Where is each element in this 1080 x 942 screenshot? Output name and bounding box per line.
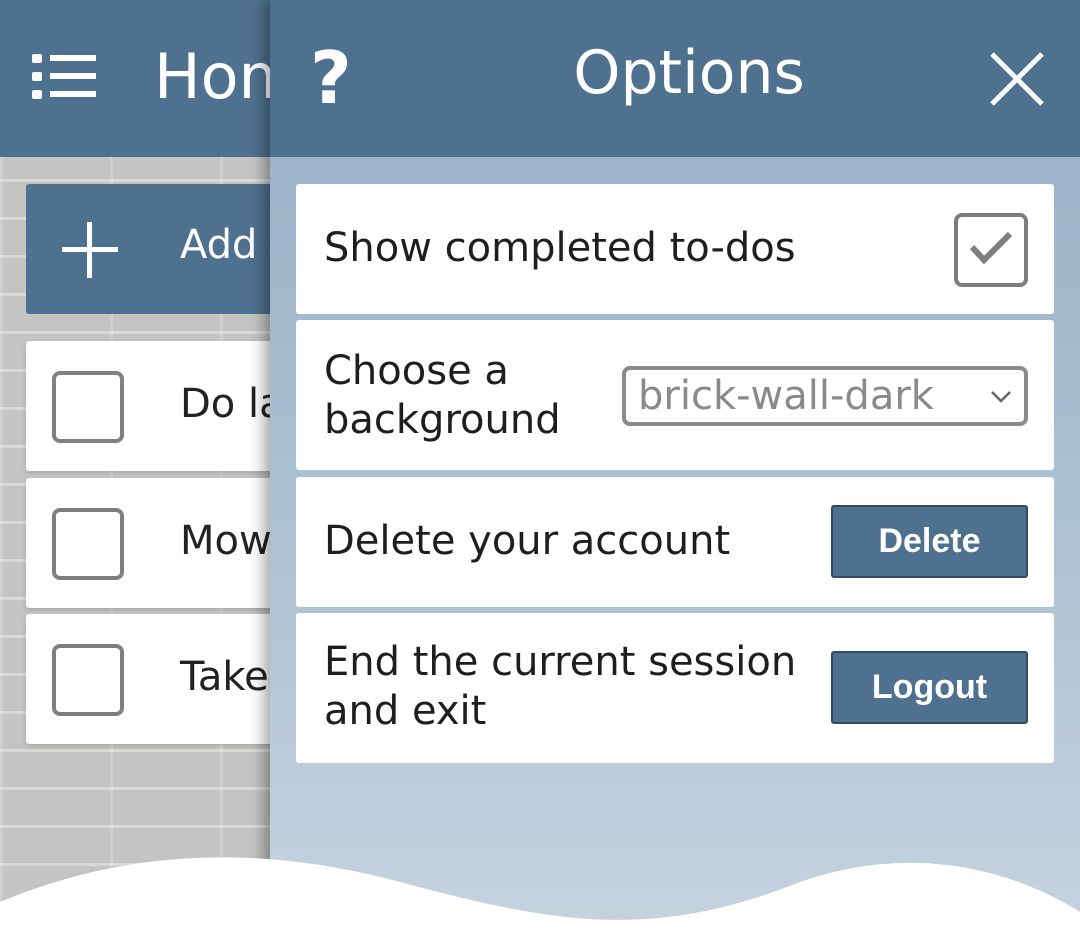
background-row: Choose a background brick-wall-dark — [296, 320, 1054, 470]
wave-decoration — [0, 857, 1080, 942]
logout-button[interactable]: Logout — [831, 651, 1028, 724]
todo-checkbox[interactable] — [52, 371, 124, 443]
options-title: Options — [573, 38, 805, 108]
delete-account-label: Delete your account — [324, 518, 731, 564]
delete-account-row: Delete your account Delete — [296, 477, 1054, 607]
show-completed-label: Show completed to-dos — [324, 225, 796, 271]
todo-checkbox[interactable] — [52, 644, 124, 716]
plus-icon[interactable] — [62, 222, 118, 278]
options-header: ? Options — [270, 0, 1080, 157]
background-select-value: brick-wall-dark — [638, 373, 934, 419]
delete-button[interactable]: Delete — [831, 505, 1028, 578]
chevron-down-icon — [991, 391, 1011, 403]
background-label: Choose a background — [324, 348, 561, 443]
close-icon[interactable] — [990, 52, 1044, 106]
logout-row: End the current session and exit Logout — [296, 613, 1054, 763]
show-completed-checkbox[interactable] — [954, 213, 1028, 287]
background-select[interactable]: brick-wall-dark — [622, 366, 1028, 426]
logout-label: End the current session and exit — [324, 639, 797, 734]
menu-list-icon[interactable] — [32, 54, 96, 100]
checkmark-icon — [970, 231, 1012, 265]
todo-checkbox[interactable] — [52, 508, 124, 580]
show-completed-row: Show completed to-dos — [296, 184, 1054, 314]
options-panel: ? Options Show completed to-dos Choose a… — [270, 0, 1080, 942]
